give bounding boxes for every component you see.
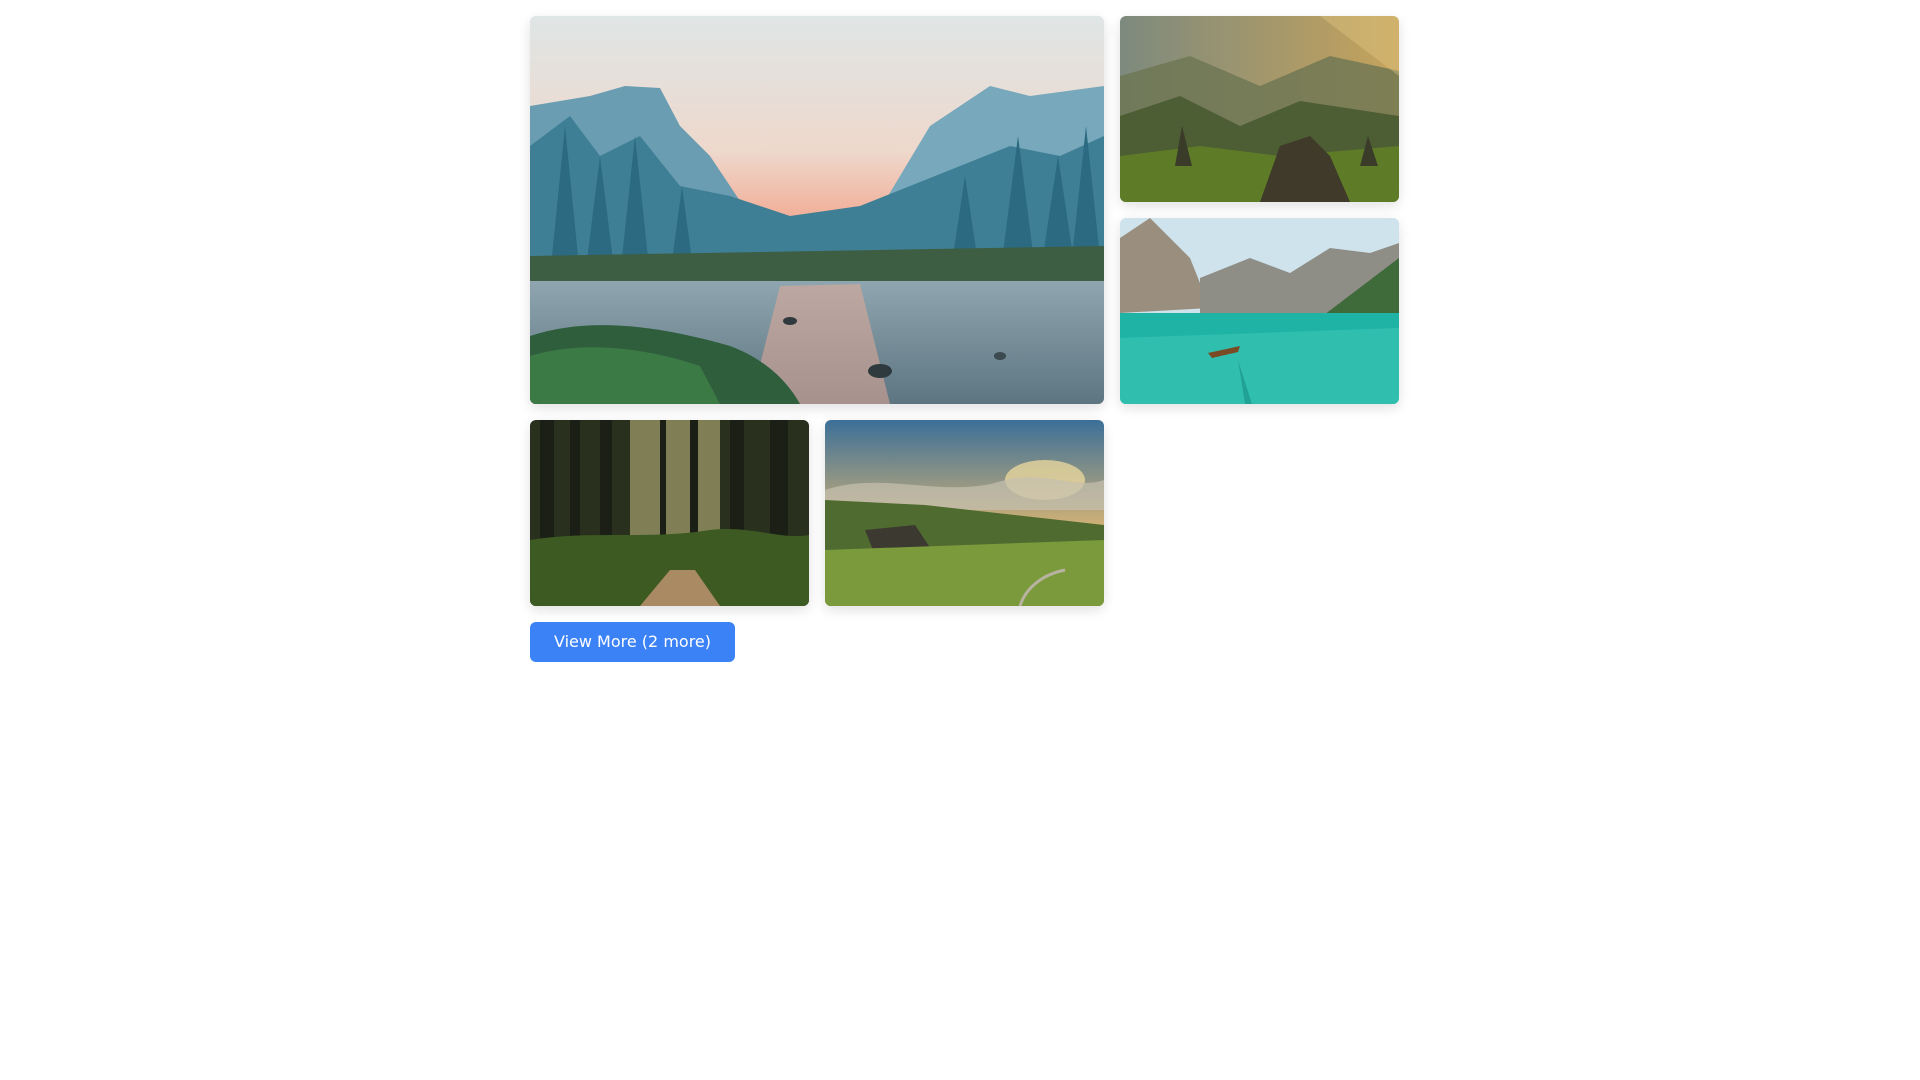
golden-mountains-photo <box>1120 16 1399 202</box>
gallery-image-2[interactable] <box>1120 16 1399 202</box>
gallery-image-5[interactable] <box>825 420 1104 606</box>
gallery-image-4[interactable] <box>530 420 809 606</box>
forest-path-photo <box>530 420 809 606</box>
image-gallery: View More (2 more) <box>530 16 1400 662</box>
gallery-image-featured[interactable] <box>530 16 1104 404</box>
gallery-image-3[interactable] <box>1120 218 1399 404</box>
misty-valley-photo <box>530 16 1104 404</box>
gallery-grid <box>530 16 1400 606</box>
view-more-button[interactable]: View More (2 more) <box>530 622 735 662</box>
turquoise-lake-photo <box>1120 218 1399 404</box>
green-hills-photo <box>825 420 1104 606</box>
